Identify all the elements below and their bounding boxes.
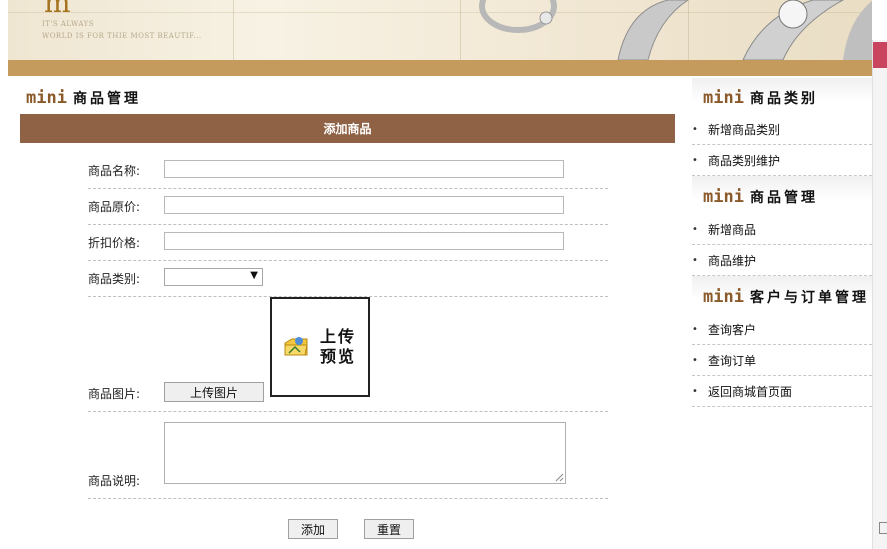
ring-image: [617, 0, 689, 60]
mini-logo: mini: [703, 286, 744, 307]
add-button[interactable]: 添加: [288, 519, 338, 539]
sidebar-item-query-order[interactable]: • 查询订单: [692, 345, 872, 376]
sidebar-item-maintain-category[interactable]: • 商品类别维护: [692, 145, 872, 176]
bullet-icon: •: [692, 123, 698, 135]
sidebar-item-label: 查询客户: [708, 322, 757, 337]
mini-logo: mini: [26, 87, 67, 108]
ring-image: [479, 0, 557, 33]
main-section-title: mini 商品管理: [26, 86, 141, 110]
image-label: 商品图片:: [88, 387, 141, 401]
ring-image: [742, 0, 872, 60]
bullet-icon: •: [692, 354, 698, 366]
reset-button[interactable]: 重置: [364, 519, 414, 539]
bullet-icon: •: [692, 223, 698, 235]
sidebar-item-return-home[interactable]: • 返回商城首页面: [692, 376, 872, 407]
banner-logo-mark: m: [44, 0, 72, 19]
banner-tagline-line1: IT'S ALWAYS: [42, 20, 95, 28]
mini-logo: mini: [703, 186, 744, 207]
preview-text-line1: 上传: [320, 327, 357, 346]
banner-gridline: [233, 0, 234, 60]
sidebar-section-title: mini 商品类别: [703, 86, 818, 110]
discount-price-input[interactable]: [164, 232, 564, 250]
category-label: 商品类别:: [88, 272, 141, 286]
original-price-input[interactable]: [164, 196, 564, 214]
banner-tagline-line2: WORLD IS FOR THIE MOST BEAUTIF...: [42, 32, 202, 40]
bullet-icon: •: [692, 154, 698, 166]
section-label: 商品管理: [72, 91, 141, 107]
sidebar-item-label: 查询订单: [708, 353, 757, 368]
form-title: 添加商品: [20, 114, 675, 143]
name-label: 商品名称:: [88, 164, 141, 178]
discount-price-label: 折扣价格:: [88, 236, 141, 250]
preview-text: 上传 预览: [320, 327, 356, 367]
form-row-original-price: 商品原价:: [88, 188, 608, 225]
upload-image-button[interactable]: 上传图片: [164, 382, 264, 402]
edge-square-icon[interactable]: [879, 522, 887, 534]
banner-gridline: [460, 0, 461, 60]
section-label: 商品管理: [749, 190, 818, 206]
description-textarea[interactable]: [164, 422, 566, 484]
sidebar-section-title: mini 商品管理: [703, 185, 818, 209]
description-label: 商品说明:: [88, 474, 141, 488]
section-label: 客户与订单管理: [749, 290, 869, 306]
category-select[interactable]: ▼: [164, 268, 263, 286]
name-input[interactable]: [164, 160, 564, 178]
upload-preview-icon: [284, 337, 308, 356]
original-price-label: 商品原价:: [88, 200, 141, 214]
sidebar-item-add-category[interactable]: • 新增商品类别: [692, 114, 872, 145]
browser-edge: [872, 40, 887, 549]
sidebar-item-add-product[interactable]: • 新增商品: [692, 214, 872, 245]
header-banner: m IT'S ALWAYS WORLD IS FOR THIE MOST BEA…: [8, 0, 872, 60]
sidebar-section-title: mini 客户与订单管理: [703, 285, 869, 309]
bullet-icon: •: [692, 254, 698, 266]
section-label: 商品类别: [749, 91, 818, 107]
sidebar-item-label: 商品类别维护: [708, 153, 781, 168]
resize-grip-icon[interactable]: [555, 473, 564, 482]
mini-logo: mini: [703, 87, 744, 108]
select-arrow-icon: ▼: [250, 270, 258, 281]
sidebar-item-maintain-product[interactable]: • 商品维护: [692, 245, 872, 276]
header-bar: [8, 60, 872, 76]
sidebar-item-label: 商品维护: [708, 253, 757, 268]
sidebar-item-label: 新增商品类别: [708, 122, 781, 137]
preview-text-line2: 预览: [320, 347, 357, 366]
form-row-name: 商品名称:: [88, 152, 608, 189]
edge-tab[interactable]: [873, 42, 887, 68]
bullet-icon: •: [692, 323, 698, 335]
bullet-icon: •: [692, 385, 698, 397]
sidebar-item-query-customer[interactable]: • 查询客户: [692, 314, 872, 345]
form-row-discount-price: 折扣价格:: [88, 224, 608, 261]
sidebar-item-label: 返回商城首页面: [708, 384, 793, 399]
image-preview: 上传 预览: [270, 297, 370, 397]
form-row-category: 商品类别: ▼: [88, 260, 608, 297]
sidebar-item-label: 新增商品: [708, 222, 757, 237]
banner-tagline: IT'S ALWAYS WORLD IS FOR THIE MOST BEAUT…: [42, 18, 202, 42]
